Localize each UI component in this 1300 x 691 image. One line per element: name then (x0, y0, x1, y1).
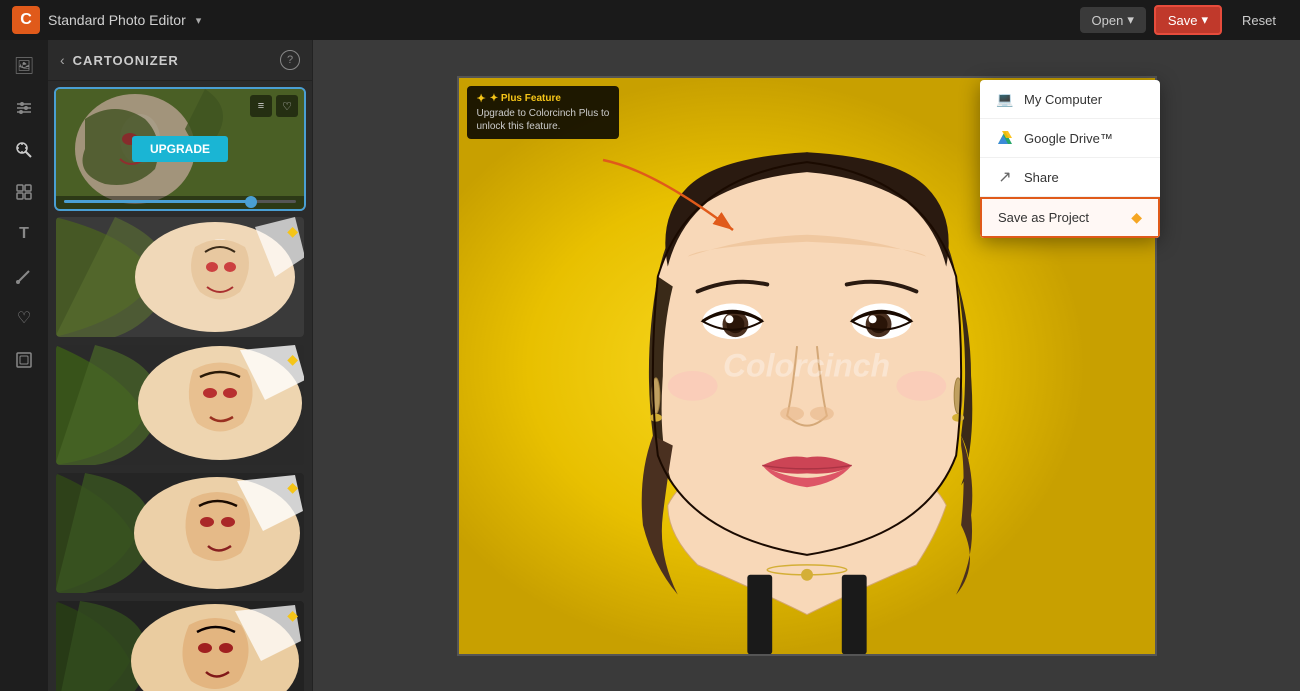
save-google-drive[interactable]: Google Drive™ (980, 119, 1160, 158)
topbar: C Standard Photo Editor ▾ Open ▾ Save ▾ … (0, 0, 1300, 40)
thumb-5-art (56, 601, 304, 691)
google-drive-icon (996, 129, 1014, 147)
open-chevron-icon: ▾ (1127, 12, 1134, 28)
tool-heart[interactable]: ♡ (6, 300, 42, 336)
computer-icon: 💻 (996, 90, 1014, 108)
upgrade-button[interactable]: UPGRADE (132, 136, 228, 162)
panel-help-button[interactable]: ? (280, 50, 300, 70)
thumbnail-item-5[interactable]: ◆ (56, 601, 304, 691)
diamond-badge-3: ◆ (287, 351, 298, 368)
save-project[interactable]: Save as Project ◆ (980, 197, 1160, 238)
panel-title: CARTOONIZER (73, 53, 272, 68)
share-label: Share (1024, 170, 1059, 185)
reset-button[interactable]: Reset (1230, 8, 1288, 33)
thumbnail-item-4[interactable]: ◆ (56, 473, 304, 593)
side-panel: ‹ CARTOONIZER ? (48, 40, 313, 691)
share-icon: ↗ (996, 168, 1014, 186)
save-my-computer-label: My Computer (1024, 92, 1102, 107)
app-title: Standard Photo Editor (48, 12, 186, 28)
thumbnail-item-3[interactable]: ◆ (56, 345, 304, 465)
google-drive-label: Google Drive™ (1024, 131, 1113, 146)
canvas-area: Colorcinch ✦ ✦ Plus Feature Upgrade to C… (313, 40, 1300, 691)
thumbnail-item-1[interactable]: UPGRADE ≡ ♡ (56, 89, 304, 209)
save-project-label: Save as Project (998, 210, 1121, 225)
open-button[interactable]: Open ▾ (1080, 7, 1146, 33)
thumb-slider-handle[interactable] (245, 196, 257, 208)
tool-adjust[interactable] (6, 90, 42, 126)
thumb-options-button[interactable]: ≡ (250, 95, 272, 117)
save-chevron-icon: ▾ (1202, 12, 1209, 28)
thumb-slider-fill (64, 200, 250, 203)
diamond-badge-4: ◆ (287, 479, 298, 496)
save-dropdown-menu: 💻 My Computer Google Drive™ ↗ Share Sa (980, 80, 1160, 238)
icon-bar: 🖼 (0, 40, 48, 691)
tool-grid[interactable] (6, 174, 42, 210)
thumb-4-art (56, 473, 304, 593)
tool-brush[interactable] (6, 258, 42, 294)
thumbnail-list: UPGRADE ≡ ♡ (48, 81, 312, 691)
app-logo: C (12, 6, 40, 34)
tool-text[interactable]: T (6, 216, 42, 252)
save-button[interactable]: Save ▾ (1154, 5, 1222, 35)
panel-header: ‹ CARTOONIZER ? (48, 40, 312, 81)
title-chevron-icon[interactable]: ▾ (196, 14, 202, 27)
topbar-right: Open ▾ Save ▾ Reset (1080, 5, 1288, 35)
thumb-3-art (56, 345, 304, 465)
tool-photo[interactable]: 🖼 (6, 48, 42, 84)
thumbnail-item-2[interactable]: ◆ (56, 217, 304, 337)
tool-frames[interactable] (6, 342, 42, 378)
tool-wand[interactable] (6, 132, 42, 168)
thumb-2-art (56, 217, 304, 337)
plus-tooltip-body: Upgrade to Colorcinch Plus tounlock this… (477, 107, 610, 133)
diamond-icon: ◆ (1131, 209, 1142, 226)
save-share[interactable]: ↗ Share (980, 158, 1160, 197)
thumb-slider-area (56, 196, 304, 209)
panel-back-button[interactable]: ‹ (60, 52, 65, 68)
thumb-favorite-button[interactable]: ♡ (276, 95, 298, 117)
plus-tooltip: ✦ ✦ Plus Feature Upgrade to Colorcinch P… (467, 86, 620, 139)
topbar-left: C Standard Photo Editor ▾ (12, 6, 201, 34)
diamond-badge-2: ◆ (287, 223, 298, 240)
diamond-badge-5: ◆ (287, 607, 298, 624)
plus-tooltip-title: ✦ ✦ Plus Feature (477, 92, 610, 105)
main-area: 🖼 (0, 40, 1300, 691)
save-my-computer[interactable]: 💻 My Computer (980, 80, 1160, 119)
thumb-controls-1: ≡ ♡ (250, 95, 298, 117)
thumb-slider[interactable] (64, 200, 296, 203)
